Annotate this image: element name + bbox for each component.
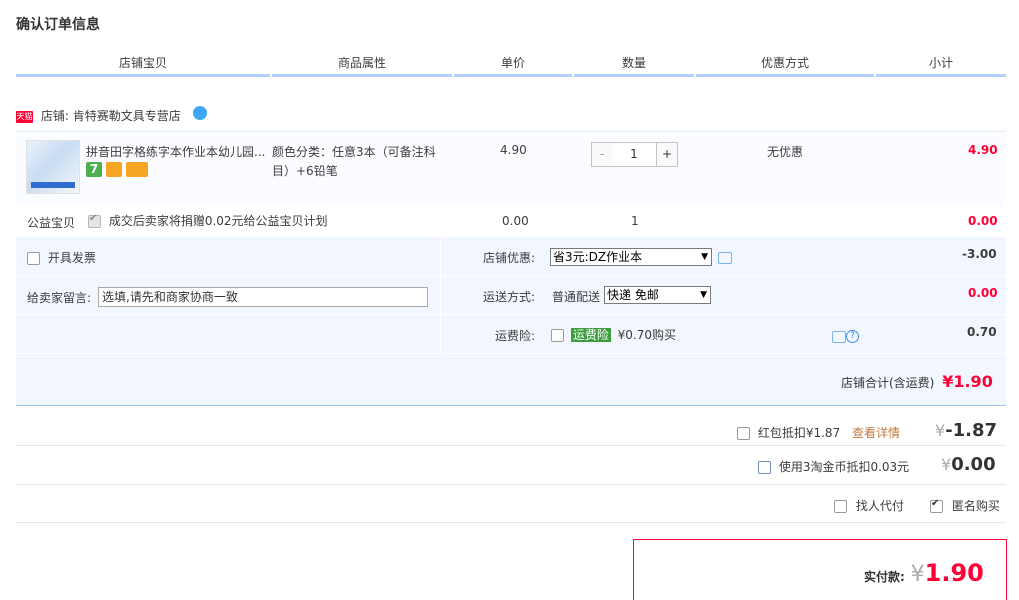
shipping-method: 普通配送	[552, 290, 601, 304]
column-attributes: 商品属性	[272, 52, 452, 77]
shipping-amount: 0.00	[968, 286, 998, 300]
shop-discount-amount: -3.00	[962, 247, 997, 261]
payment-label: 实付款:	[864, 570, 905, 584]
seller-message-input[interactable]: 选填,请先和商家协商一致	[98, 287, 428, 307]
anonymous-row: 匿名购买	[930, 497, 1000, 514]
attr-line-2: 目）+6铅笔	[272, 164, 338, 178]
guarantee-icon[interactable]	[106, 162, 122, 177]
shop-total-label: 店铺合计(含运费)	[841, 376, 935, 390]
coins-row: 使用3淘金币抵扣0.03元	[758, 458, 909, 475]
message-icon[interactable]	[718, 252, 732, 264]
red-packet-label: 红包抵扣¥1.87	[757, 426, 841, 440]
anonymous-checkbox[interactable]	[930, 498, 943, 513]
chat-icon[interactable]	[832, 330, 846, 343]
tmall-icon: 天猫	[16, 110, 33, 123]
insurance-label: 运费险:	[495, 329, 536, 343]
shop-total-row: 店铺合计(含运费) ¥1.90	[841, 372, 993, 392]
insurance-checkbox[interactable]	[551, 329, 564, 342]
insurance-help: ?	[832, 329, 859, 343]
shop-discount-label: 店铺优惠:	[483, 251, 536, 265]
insurance-amount: 0.70	[967, 325, 997, 339]
shipping-label: 运送方式:	[483, 290, 536, 304]
product-thumbnail[interactable]	[26, 140, 80, 194]
insurance-row: 运费险 ¥0.70购买	[551, 326, 676, 343]
charity-qty: 1	[631, 214, 639, 228]
coins-currency: ¥	[941, 455, 952, 474]
message-label: 给卖家留言:	[27, 291, 92, 305]
red-packet-row: 红包抵扣¥1.87 查看详情	[737, 424, 900, 441]
help-icon[interactable]: ?	[846, 330, 859, 343]
quantity-input[interactable]: 1	[612, 142, 656, 167]
charity-subtotal: 0.00	[968, 214, 998, 228]
anonymous-label: 匿名购买	[951, 499, 1000, 513]
coins-value: 0.00	[951, 454, 996, 475]
charity-label: 公益宝贝	[27, 216, 76, 230]
payment-total: 实付款: ¥1.90	[864, 556, 984, 590]
shipping-value: 快递 免邮	[607, 288, 659, 302]
item-price: 4.90	[500, 143, 527, 157]
product-name-link[interactable]: 拼音田字格练字本作业本幼儿园...	[86, 143, 266, 160]
shop-label: 店铺:	[40, 109, 69, 123]
charity-checkbox	[88, 213, 101, 228]
seven-day-return-icon[interactable]: 7	[86, 162, 102, 177]
credit-card-icon[interactable]	[126, 162, 148, 177]
insurance-tag: 运费险	[570, 328, 611, 342]
pay-for-me-label: 找人代付	[855, 499, 904, 513]
charity-price: 0.00	[502, 214, 529, 228]
red-packet-details-link[interactable]: 查看详情	[852, 426, 900, 440]
charity-row: 成交后卖家将捐赠0.02元给公益宝贝计划	[88, 212, 328, 229]
quantity-increase-button[interactable]: +	[656, 142, 678, 167]
red-packet-currency: ¥	[935, 421, 946, 440]
pay-for-me-checkbox[interactable]	[834, 500, 847, 513]
pay-for-me-row: 找人代付	[834, 497, 904, 514]
page-title: 确认订单信息	[16, 17, 100, 33]
red-packet-value: -1.87	[945, 420, 998, 441]
shipping-select[interactable]: 快递 免邮 ▼	[604, 286, 711, 304]
insurance-text: ¥0.70购买	[617, 328, 677, 342]
coins-checkbox[interactable]	[758, 461, 771, 474]
column-promo: 优惠方式	[696, 52, 874, 77]
shop-total-value: 1.90	[953, 372, 993, 391]
attr-line-1: 颜色分类：任意3本（可备注科	[272, 145, 436, 159]
payment-currency: ¥	[910, 562, 925, 587]
charity-text: 成交后卖家将捐赠0.02元给公益宝贝计划	[108, 214, 328, 228]
column-subtotal: 小计	[876, 52, 1006, 77]
invoice-row: 开具发票	[27, 249, 96, 266]
coins-label: 使用3淘金币抵扣0.03元	[778, 460, 910, 474]
quantity-decrease-button[interactable]: -	[591, 142, 613, 167]
red-packet-amount: ¥-1.87	[935, 420, 997, 441]
shop-discount-select[interactable]: 省3元:DZ作业本 ▼	[550, 248, 712, 266]
red-packet-checkbox[interactable]	[737, 427, 750, 440]
coins-amount: ¥0.00	[941, 454, 996, 475]
shop-line: 天猫 店铺: 肯特赛勒文具专营店	[16, 105, 207, 126]
shop-total-currency: ¥	[942, 372, 954, 391]
wangwang-chat-icon[interactable]	[192, 105, 207, 120]
invoice-checkbox[interactable]	[27, 252, 40, 265]
column-shop-item: 店铺宝贝	[16, 52, 270, 77]
shop-discount-value: 省3元:DZ作业本	[553, 250, 643, 264]
payment-value: 1.90	[924, 559, 984, 587]
column-price: 单价	[454, 52, 572, 77]
column-quantity: 数量	[574, 52, 694, 77]
column-header: 店铺宝贝 商品属性 单价 数量 优惠方式 小计	[16, 52, 1006, 77]
item-promo: 无优惠	[767, 145, 804, 159]
invoice-label: 开具发票	[47, 251, 96, 265]
shop-name-link[interactable]: 肯特赛勒文具专营店	[73, 109, 181, 123]
item-subtotal: 4.90	[968, 143, 998, 157]
